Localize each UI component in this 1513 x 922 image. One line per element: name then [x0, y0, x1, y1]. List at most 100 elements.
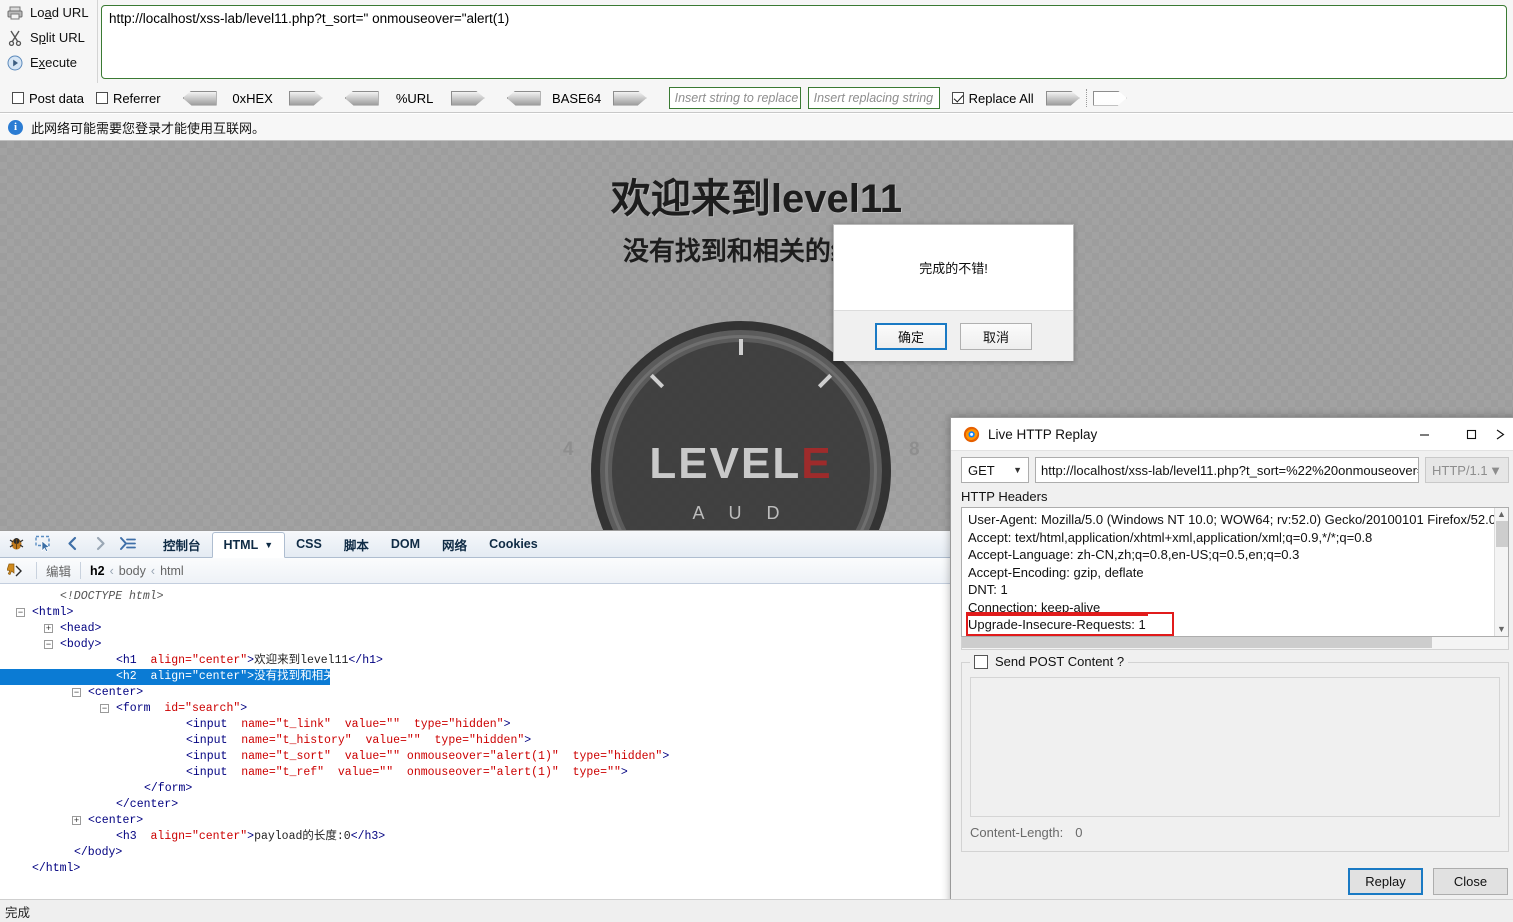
expand-twisty-icon[interactable]: +	[72, 816, 81, 825]
replace-all-box[interactable]	[951, 92, 964, 104]
base64-encode-arrow-icon[interactable]	[612, 90, 647, 106]
breadcrumb-body[interactable]: body	[116, 564, 149, 578]
crumb-divider	[80, 562, 82, 579]
code-line[interactable]: − <form id="search">	[0, 701, 961, 717]
code-line[interactable]: + <center>	[0, 813, 961, 829]
scissors-icon	[4, 28, 26, 48]
collapse-twisty-icon[interactable]: −	[16, 608, 25, 617]
breadcrumb-h2[interactable]: h2	[87, 564, 108, 578]
code-line[interactable]: <input name="t_sort" value="" onmouseove…	[0, 749, 961, 765]
info-icon: i	[8, 119, 23, 135]
replace-search-input[interactable]: Insert string to replace	[668, 87, 801, 109]
base64-decode-arrow-icon[interactable]	[506, 90, 541, 106]
split-url-button[interactable]: Split URL	[0, 25, 97, 50]
referrer-box[interactable]	[95, 92, 108, 104]
code-line[interactable]: <input name="t_link" value="" type="hidd…	[0, 717, 961, 733]
forward-arrow-icon[interactable]	[88, 533, 112, 555]
code-line[interactable]: <input name="t_ref" value="" onmouseover…	[0, 765, 961, 781]
execute-button[interactable]: Execute	[0, 50, 97, 75]
back-arrow-icon[interactable]	[60, 533, 84, 555]
tab-html[interactable]: HTML ▼	[211, 532, 286, 558]
close-icon[interactable]	[1495, 418, 1513, 451]
collapse-twisty-icon[interactable]: −	[72, 688, 81, 697]
method-select[interactable]: GET ▼	[961, 457, 1029, 483]
code-line-content: <center>	[88, 686, 144, 699]
code-line[interactable]: <input name="t_history" value="" type="h…	[0, 733, 961, 749]
maximize-icon[interactable]	[1448, 418, 1495, 451]
hex-encode-arrow-icon[interactable]	[288, 90, 323, 106]
url-decode-arrow-icon[interactable]	[344, 90, 379, 106]
code-line[interactable]: <h1 align="center">欢迎来到level11</h1>	[0, 653, 961, 669]
encoder-url-group: %URL	[344, 90, 485, 106]
scrollbar-thumb[interactable]	[1496, 521, 1508, 547]
code-line[interactable]: + <head>	[0, 621, 961, 637]
tab-cookies[interactable]: Cookies	[478, 531, 549, 557]
tab-console-label: 控制台	[163, 538, 201, 553]
expand-twisty-icon[interactable]: +	[44, 624, 53, 633]
replay-button[interactable]: Replay	[1348, 868, 1423, 895]
code-line[interactable]: <!DOCTYPE html>	[0, 589, 961, 605]
headers-horizontal-scrollbar[interactable]	[961, 637, 1509, 650]
dialog-message: 完成的不错!	[919, 261, 988, 276]
inspector-cursor-icon[interactable]	[32, 533, 56, 555]
send-post-box[interactable]	[974, 654, 988, 669]
breadcrumb-html[interactable]: html	[157, 564, 187, 578]
code-line[interactable]: </body>	[0, 845, 961, 861]
tab-network[interactable]: 网络	[431, 531, 478, 557]
replay-url-input[interactable]: http://localhost/xss-lab/level11.php?t_s…	[1035, 457, 1419, 483]
tab-dom[interactable]: DOM	[380, 531, 431, 557]
scroll-down-icon[interactable]: ▼	[1495, 623, 1508, 636]
method-value: GET	[968, 462, 995, 478]
http-version-value: HTTP/1.1	[1432, 462, 1488, 478]
replace-all-checkbox[interactable]: Replace All	[951, 91, 1034, 106]
http-header-line: Upgrade-Insecure-Requests: 1	[968, 617, 1146, 632]
profiler-icon[interactable]	[116, 533, 140, 555]
firebug-bug-icon[interactable]	[4, 533, 28, 555]
code-line[interactable]: <h3 align="center">payload的长度:0</h3>	[0, 829, 961, 845]
replace-with-input[interactable]: Insert replacing string	[807, 87, 940, 109]
http-version-select[interactable]: HTTP/1.1 ▼	[1425, 457, 1509, 483]
send-post-checkbox[interactable]: Send POST Content ?	[970, 654, 1129, 669]
replay-window-title: Live HTTP Replay	[988, 426, 1098, 442]
code-line[interactable]: <h2 align="center">没有找到和相关的结果.</h2>	[0, 669, 411, 685]
url-textarea[interactable]: http://localhost/xss-lab/level11.php?t_s…	[101, 5, 1507, 79]
load-url-button[interactable]: Load URL	[0, 0, 97, 25]
logo-tick	[739, 339, 743, 355]
replace-revert-arrow-icon[interactable]	[1092, 90, 1127, 106]
http-header-line: Accept: text/html,application/xhtml+xml,…	[968, 529, 1373, 545]
code-line[interactable]: </form>	[0, 781, 961, 797]
inspect-element-icon[interactable]	[0, 563, 30, 578]
dialog-cancel-button[interactable]: 取消	[960, 322, 1032, 350]
code-line[interactable]: − <html>	[0, 605, 961, 621]
dialog-ok-button[interactable]: 确定	[875, 322, 947, 350]
tab-script[interactable]: 脚本	[333, 531, 380, 557]
post-data-checkbox[interactable]: Post data	[12, 91, 84, 106]
code-line-content: <body>	[60, 638, 102, 651]
code-line[interactable]: − <body>	[0, 637, 961, 653]
html-source-tree[interactable]: <!DOCTYPE html> − <html> + <head> − <body> <h1 …	[0, 585, 961, 893]
post-content-textarea[interactable]	[970, 677, 1500, 817]
headers-scrollbar[interactable]: ▲ ▼	[1494, 508, 1508, 636]
minimize-icon[interactable]	[1401, 418, 1448, 451]
http-headers-textarea[interactable]: User-Agent: Mozilla/5.0 (Windows NT 10.0…	[961, 507, 1509, 637]
replace-apply-arrow-icon[interactable]	[1045, 90, 1080, 106]
edit-button[interactable]: 编辑	[43, 561, 74, 580]
referrer-checkbox[interactable]: Referrer	[95, 91, 161, 106]
scroll-up-icon[interactable]: ▲	[1495, 508, 1508, 521]
code-line[interactable]: </center>	[0, 797, 961, 813]
content-length-label: Content-Length:	[970, 825, 1064, 840]
code-line[interactable]: </html>	[0, 861, 961, 877]
hscrollbar-thumb[interactable]	[962, 637, 1432, 648]
hex-decode-arrow-icon[interactable]	[182, 90, 217, 106]
close-button[interactable]: Close	[1433, 868, 1508, 895]
collapse-twisty-icon[interactable]: −	[44, 640, 53, 649]
code-line[interactable]: − <center>	[0, 685, 961, 701]
url-encode-arrow-icon[interactable]	[450, 90, 485, 106]
replay-titlebar: Live HTTP Replay	[951, 418, 1513, 451]
post-data-box[interactable]	[12, 92, 24, 104]
tab-css[interactable]: CSS	[285, 531, 333, 557]
tab-console[interactable]: 控制台	[152, 531, 212, 557]
code-line-content: <input name="t_history" value="" type="h…	[186, 734, 532, 747]
send-post-label: Send POST Content ?	[995, 654, 1125, 669]
collapse-twisty-icon[interactable]: −	[100, 704, 109, 713]
